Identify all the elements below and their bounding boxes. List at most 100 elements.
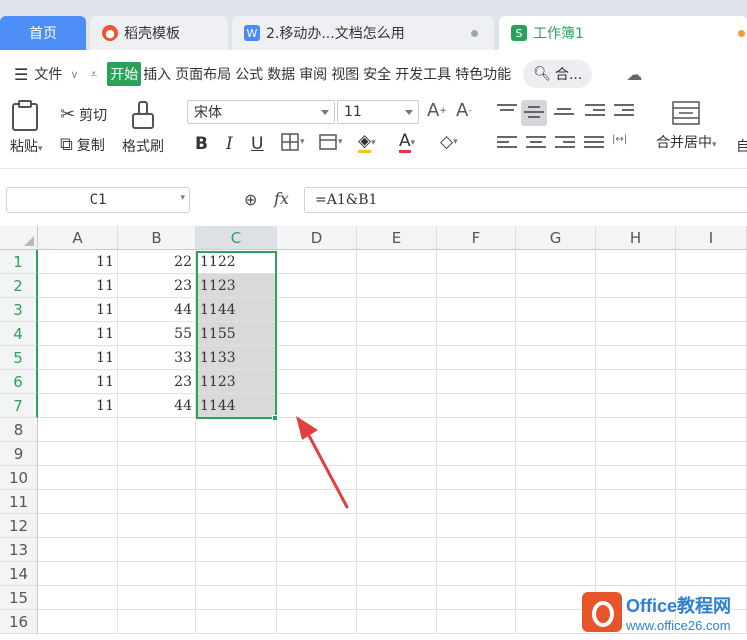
tab-docer-templates[interactable]: ● 稻壳模板 bbox=[90, 16, 228, 50]
grid-cell[interactable] bbox=[118, 562, 196, 586]
grid-cell[interactable] bbox=[437, 490, 516, 514]
decrease-font-button[interactable]: A- bbox=[456, 100, 472, 121]
grid-cell[interactable] bbox=[516, 274, 596, 298]
grid-cell[interactable]: 1123 bbox=[196, 370, 277, 394]
grid-cell[interactable] bbox=[596, 538, 676, 562]
bold-button[interactable]: B bbox=[195, 134, 208, 154]
grid-cell[interactable] bbox=[516, 346, 596, 370]
column-header[interactable]: A bbox=[38, 226, 118, 250]
grid-cell[interactable] bbox=[357, 394, 437, 418]
menu-insert[interactable]: 插入 bbox=[141, 64, 173, 84]
grid-cell[interactable]: 1123 bbox=[196, 274, 277, 298]
grid-cell[interactable]: 23 bbox=[118, 274, 196, 298]
increase-font-button[interactable]: A + bbox=[427, 100, 447, 121]
clear-button[interactable]: ◇ ▾ bbox=[440, 132, 458, 152]
grid-cell[interactable] bbox=[277, 250, 357, 274]
menu-data[interactable]: 数据 bbox=[265, 64, 297, 84]
grid-cell[interactable] bbox=[277, 322, 357, 346]
grid-cell[interactable] bbox=[676, 466, 747, 490]
grid-cell[interactable] bbox=[277, 610, 357, 634]
grid-cell[interactable] bbox=[676, 514, 747, 538]
grid-cell[interactable] bbox=[357, 514, 437, 538]
grid-cell[interactable]: 22 bbox=[118, 250, 196, 274]
search-box[interactable]: 🔍︎ 合... bbox=[523, 60, 593, 88]
grid-cell[interactable] bbox=[277, 346, 357, 370]
align-top-icon[interactable] bbox=[497, 104, 517, 120]
column-header[interactable]: I bbox=[676, 226, 747, 250]
grid-cell[interactable] bbox=[596, 514, 676, 538]
grid-cell[interactable] bbox=[277, 538, 357, 562]
merge-center-button[interactable]: 合并居中▾ bbox=[656, 100, 717, 152]
justify-icon[interactable] bbox=[584, 136, 604, 152]
distributed-icon[interactable]: |↔| bbox=[612, 134, 632, 150]
grid-cell[interactable] bbox=[357, 538, 437, 562]
column-header[interactable]: G bbox=[516, 226, 596, 250]
grid-cell[interactable] bbox=[676, 322, 747, 346]
grid-cell[interactable] bbox=[676, 250, 747, 274]
grid-cell[interactable]: 1133 bbox=[196, 346, 277, 370]
grid-cell[interactable] bbox=[196, 610, 277, 634]
grid-cell[interactable] bbox=[596, 322, 676, 346]
grid-cell[interactable] bbox=[196, 562, 277, 586]
font-color-button[interactable]: A ▾ bbox=[399, 132, 415, 153]
grid-cell[interactable] bbox=[277, 586, 357, 610]
grid-cell[interactable] bbox=[596, 394, 676, 418]
grid-cell[interactable] bbox=[676, 370, 747, 394]
grid-cell[interactable]: 11 bbox=[38, 370, 118, 394]
grid-cell[interactable] bbox=[38, 466, 118, 490]
grid-cell[interactable] bbox=[357, 322, 437, 346]
grid-cell[interactable] bbox=[118, 466, 196, 490]
row-header[interactable]: 14 bbox=[0, 562, 38, 586]
grid-cell[interactable] bbox=[596, 466, 676, 490]
grid-cell[interactable] bbox=[38, 538, 118, 562]
row-header[interactable]: 3 bbox=[0, 298, 38, 322]
grid-cell[interactable] bbox=[437, 514, 516, 538]
file-menu[interactable]: ☰ 文件 ∨ bbox=[14, 64, 78, 84]
outdent-icon[interactable] bbox=[585, 104, 605, 120]
menu-review[interactable]: 审阅 bbox=[297, 64, 329, 84]
column-header[interactable]: D bbox=[277, 226, 357, 250]
grid-cell[interactable] bbox=[357, 562, 437, 586]
grid-cell[interactable] bbox=[676, 538, 747, 562]
auto-wrap-button[interactable]: 自 bbox=[736, 136, 747, 156]
grid-cell[interactable] bbox=[676, 442, 747, 466]
grid-cell[interactable] bbox=[357, 586, 437, 610]
grid-cell[interactable] bbox=[676, 274, 747, 298]
grid-cell[interactable] bbox=[596, 370, 676, 394]
grid-cell[interactable] bbox=[196, 442, 277, 466]
row-header[interactable]: 6 bbox=[0, 370, 38, 394]
grid-cell[interactable] bbox=[437, 442, 516, 466]
grid-cell[interactable] bbox=[357, 274, 437, 298]
grid-cell[interactable] bbox=[516, 514, 596, 538]
grid-cell[interactable] bbox=[437, 298, 516, 322]
grid-cell[interactable] bbox=[38, 610, 118, 634]
align-center-icon[interactable] bbox=[526, 136, 546, 152]
grid-cell[interactable] bbox=[38, 514, 118, 538]
row-header[interactable]: 1 bbox=[0, 250, 38, 274]
grid-cell[interactable] bbox=[596, 250, 676, 274]
column-header[interactable]: H bbox=[596, 226, 676, 250]
font-size-select[interactable]: 11 bbox=[337, 100, 419, 124]
grid-cell[interactable] bbox=[516, 322, 596, 346]
grid-cell[interactable] bbox=[118, 610, 196, 634]
borders-button[interactable]: ▾ bbox=[280, 132, 305, 152]
grid-cell[interactable] bbox=[196, 418, 277, 442]
grid-cell[interactable] bbox=[437, 370, 516, 394]
font-name-select[interactable]: 宋体 bbox=[187, 100, 335, 124]
menu-security[interactable]: 安全 bbox=[361, 64, 393, 84]
grid-cell[interactable] bbox=[357, 442, 437, 466]
grid-cell[interactable] bbox=[516, 370, 596, 394]
grid-cell[interactable]: 23 bbox=[118, 370, 196, 394]
row-header[interactable]: 13 bbox=[0, 538, 38, 562]
tab-document[interactable]: W 2.移动办...文档怎么用 bbox=[232, 16, 494, 50]
grid-cell[interactable] bbox=[196, 490, 277, 514]
align-left-icon[interactable] bbox=[497, 136, 517, 152]
row-header[interactable]: 12 bbox=[0, 514, 38, 538]
format-painter-button[interactable]: 格式刷 bbox=[122, 100, 164, 156]
grid-cell[interactable] bbox=[357, 610, 437, 634]
grid-cell[interactable]: 1144 bbox=[196, 298, 277, 322]
tab-home[interactable]: 首页 bbox=[0, 16, 86, 50]
grid-cell[interactable]: 11 bbox=[38, 322, 118, 346]
grid-cell[interactable] bbox=[437, 250, 516, 274]
menu-view[interactable]: 视图 bbox=[329, 64, 361, 84]
